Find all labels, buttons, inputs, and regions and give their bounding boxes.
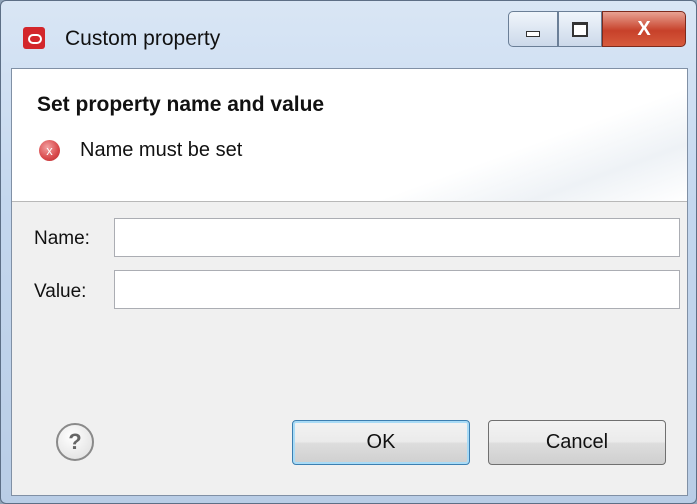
ok-button[interactable]: OK xyxy=(292,420,470,465)
maximize-icon xyxy=(572,21,588,37)
error-glyph: x xyxy=(46,143,53,158)
window-controls: X xyxy=(508,11,686,47)
error-icon: x xyxy=(39,140,60,161)
cancel-button[interactable]: Cancel xyxy=(488,420,666,465)
app-logo-icon xyxy=(23,27,45,49)
error-message: Name must be set xyxy=(80,139,243,161)
title-bar[interactable]: Custom property X xyxy=(1,1,696,69)
name-field[interactable] xyxy=(114,218,680,257)
window-title: Custom property xyxy=(65,27,221,50)
minimize-button[interactable] xyxy=(508,11,558,47)
minimize-icon xyxy=(526,31,540,37)
maximize-button[interactable] xyxy=(558,11,602,47)
help-glyph: ? xyxy=(68,429,82,454)
value-field[interactable] xyxy=(114,270,680,309)
dialog-window: Custom property X Set property name and … xyxy=(0,0,697,504)
help-icon[interactable]: ? xyxy=(56,423,94,461)
dialog-heading: Set property name and value xyxy=(37,93,325,116)
header-banner: Set property name and value x Name must … xyxy=(12,69,687,202)
close-icon: X xyxy=(637,17,651,40)
dialog-content: Set property name and value x Name must … xyxy=(11,68,688,496)
value-label: Value: xyxy=(34,281,87,302)
name-label: Name: xyxy=(34,228,90,249)
close-button[interactable]: X xyxy=(602,11,686,47)
